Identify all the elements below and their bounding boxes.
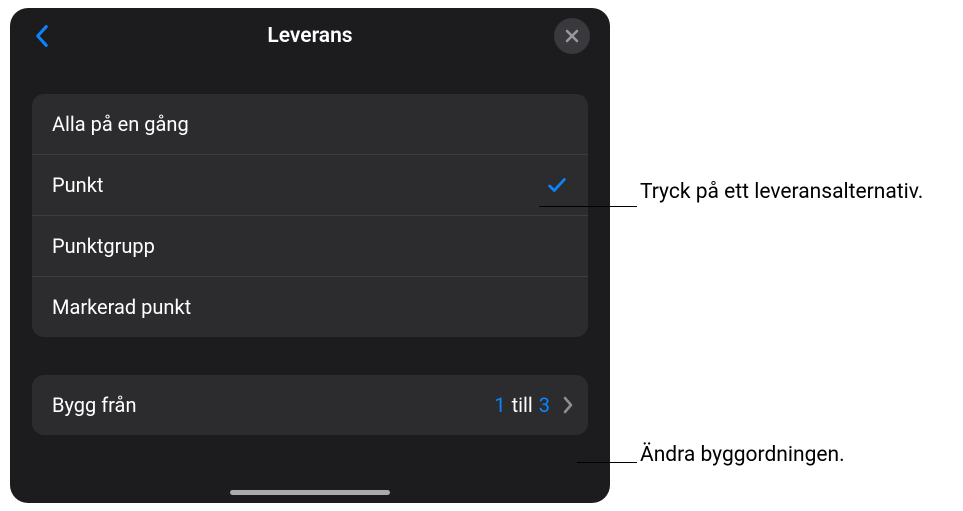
option-label: Punktgrupp (52, 234, 155, 258)
option-bullet[interactable]: Punkt (32, 155, 588, 216)
callout-delivery-option: Tryck på ett leveransalternativ. (640, 178, 940, 206)
nav-bar: Leverans (10, 8, 610, 64)
option-all-at-once[interactable]: Alla på en gång (32, 94, 588, 155)
chevron-right-icon (562, 396, 574, 414)
home-indicator[interactable] (230, 490, 390, 495)
build-to-number: 3 (539, 393, 550, 417)
delivery-options-list: Alla på en gång Punkt Punktgrupp Markera… (32, 94, 588, 337)
option-label: Alla på en gång (52, 112, 189, 136)
build-separator: till (512, 393, 533, 417)
chevron-left-icon (33, 24, 51, 48)
content-area: Alla på en gång Punkt Punktgrupp Markera… (10, 64, 610, 435)
callout-line (539, 206, 637, 207)
option-label: Markerad punkt (52, 295, 191, 319)
build-from-row[interactable]: Bygg från 1 till 3 (32, 375, 588, 435)
callout-line (577, 462, 637, 463)
build-from-value: 1 till 3 (494, 393, 574, 417)
option-highlighted-bullet[interactable]: Markerad punkt (32, 277, 588, 337)
close-button[interactable] (554, 18, 590, 54)
close-icon (564, 28, 580, 44)
build-from-number: 1 (494, 393, 505, 417)
option-label: Punkt (52, 173, 103, 197)
build-from-group: Bygg från 1 till 3 (32, 375, 588, 435)
back-button[interactable] (30, 24, 54, 48)
checkmark-icon (546, 174, 568, 196)
option-bullet-group[interactable]: Punktgrupp (32, 216, 588, 277)
delivery-panel: Leverans Alla på en gång Punkt Punktgrup (10, 8, 610, 503)
nav-title: Leverans (267, 24, 352, 48)
build-from-label: Bygg från (52, 393, 136, 417)
callout-build-order: Ändra byggordningen. (640, 441, 940, 469)
